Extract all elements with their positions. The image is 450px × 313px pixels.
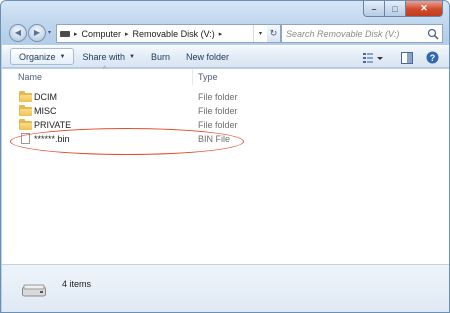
item-type: BIN File: [198, 134, 231, 144]
breadcrumb-separator[interactable]: ▸: [74, 30, 78, 38]
address-dropdown-icon[interactable]: ▾: [253, 25, 267, 42]
preview-pane-icon: [401, 51, 413, 64]
item-type: File folder: [198, 120, 238, 130]
back-arrow-icon: ◀: [14, 28, 22, 37]
column-divider[interactable]: [192, 69, 193, 85]
caption-buttons: – □ ✕: [363, 1, 443, 17]
help-icon: ?: [426, 51, 439, 64]
refresh-button[interactable]: ↻: [267, 24, 281, 43]
change-view-button[interactable]: [362, 50, 384, 65]
folder-icon: [19, 119, 32, 130]
maximize-button[interactable]: □: [385, 1, 406, 17]
file-list: ^ Name Type DCIM File folder MISC File f…: [2, 66, 449, 264]
forward-button[interactable]: ▶: [28, 24, 46, 42]
list-item[interactable]: ******.bin BIN File: [2, 132, 449, 146]
address-bar[interactable]: ▸ Computer ▸ Removable Disk (V:) ▸ ▾: [56, 24, 268, 43]
refresh-icon: ↻: [269, 28, 278, 38]
chevron-down-icon: ▼: [59, 53, 66, 60]
column-type[interactable]: Type: [198, 72, 218, 82]
item-type: File folder: [198, 92, 238, 102]
forward-arrow-icon: ▶: [33, 28, 41, 37]
organize-button[interactable]: Organize ▼: [10, 48, 75, 65]
view-options-icon: [363, 52, 383, 63]
folder-icon: [19, 91, 32, 102]
svg-text:?: ?: [430, 53, 436, 63]
search-input[interactable]: [286, 26, 426, 41]
removable-drive-icon: [22, 284, 46, 297]
explorer-window: – □ ✕ ◀ ▶ ▾ ▸ Computer ▸ Removable Disk …: [0, 0, 450, 313]
sort-arrow-icon: ^: [103, 66, 107, 73]
file-icon: [19, 133, 32, 144]
new-folder-button[interactable]: New folder: [178, 48, 237, 65]
minimize-button[interactable]: –: [363, 1, 385, 17]
new-folder-label: New folder: [185, 51, 230, 62]
drive-icon: [60, 30, 70, 37]
item-count: 4 items: [62, 279, 92, 289]
burn-label: Burn: [150, 51, 170, 62]
recent-pages-button[interactable]: ▾: [48, 29, 51, 36]
item-name: PRIVATE: [34, 120, 72, 130]
breadcrumb-separator[interactable]: ▸: [219, 30, 223, 38]
search-icon[interactable]: [427, 28, 439, 40]
breadcrumb-separator[interactable]: ▸: [125, 30, 129, 38]
command-bar: Organize ▼ Share with ▼ Burn New folder: [2, 45, 449, 68]
close-button[interactable]: ✕: [406, 1, 443, 17]
breadcrumb-computer[interactable]: Computer: [82, 29, 122, 39]
share-with-label: Share with: [82, 51, 126, 62]
item-name: MISC: [34, 106, 57, 116]
help-button[interactable]: ?: [425, 50, 440, 65]
folder-icon: [19, 105, 32, 116]
organize-label: Organize: [19, 51, 56, 62]
column-header: ^ Name Type: [2, 66, 449, 85]
search-box[interactable]: [281, 24, 443, 43]
details-pane: 4 items: [2, 264, 449, 312]
item-name: DCIM: [34, 92, 57, 102]
list-item[interactable]: DCIM File folder: [2, 90, 449, 104]
column-name[interactable]: Name: [18, 72, 42, 82]
item-name: ******.bin: [34, 134, 70, 144]
chevron-down-icon: ▼: [129, 53, 135, 60]
share-with-button[interactable]: Share with ▼: [74, 48, 142, 65]
burn-button[interactable]: Burn: [143, 48, 178, 65]
item-type: File folder: [198, 106, 238, 116]
list-item[interactable]: MISC File folder: [2, 104, 449, 118]
list-item[interactable]: PRIVATE File folder: [2, 118, 449, 132]
back-button[interactable]: ◀: [9, 24, 27, 42]
preview-pane-button[interactable]: [400, 50, 414, 65]
breadcrumb-removable-disk[interactable]: Removable Disk (V:): [133, 29, 215, 39]
